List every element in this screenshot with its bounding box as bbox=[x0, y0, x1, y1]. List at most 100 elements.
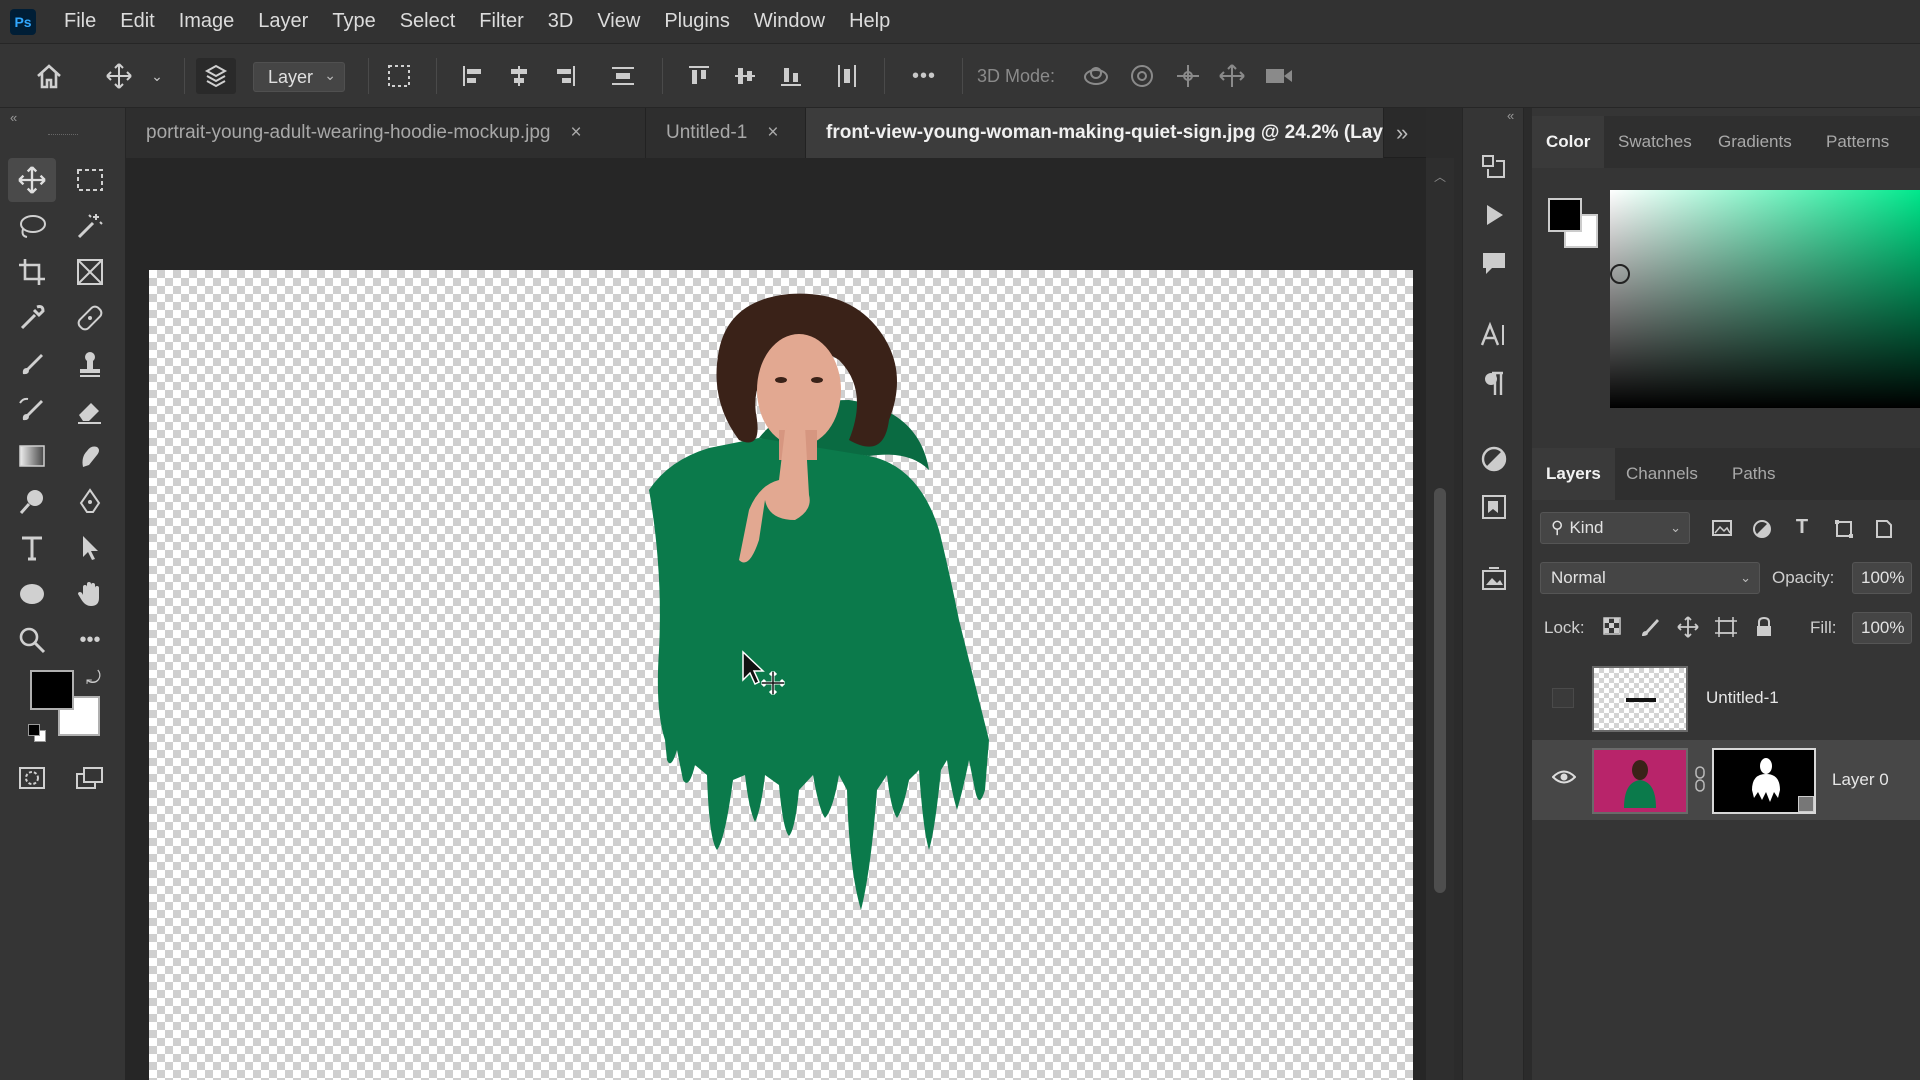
healing-brush-tool[interactable] bbox=[66, 296, 114, 340]
paragraph-panel-icon[interactable] bbox=[1473, 362, 1515, 404]
magic-wand-tool[interactable] bbox=[66, 204, 114, 248]
close-tab-icon[interactable]: × bbox=[767, 122, 778, 144]
comments-icon[interactable] bbox=[1473, 242, 1515, 284]
more-tools-icon[interactable]: ••• bbox=[66, 618, 114, 662]
tab-portrait-hoodie-mockup[interactable]: portrait-young-adult-wearing-hoodie-mock… bbox=[126, 108, 646, 158]
align-horizontal-centers-icon[interactable] bbox=[502, 58, 536, 94]
menu-image[interactable]: Image bbox=[167, 10, 247, 33]
align-top-edges-icon[interactable] bbox=[682, 58, 716, 94]
smudge-tool[interactable] bbox=[66, 434, 114, 478]
lasso-tool[interactable] bbox=[8, 204, 56, 248]
show-transform-controls-icon[interactable] bbox=[380, 58, 418, 94]
menu-type[interactable]: Type bbox=[320, 10, 387, 33]
layer-row-untitled-1[interactable]: Untitled-1 bbox=[1532, 658, 1920, 738]
hand-tool[interactable] bbox=[66, 572, 114, 616]
lock-transparent-pixels-icon[interactable] bbox=[1598, 616, 1626, 642]
move-tool-icon[interactable] bbox=[100, 58, 138, 94]
gradient-tool[interactable] bbox=[8, 434, 56, 478]
menu-window[interactable]: Window bbox=[742, 10, 837, 33]
ellipse-tool[interactable] bbox=[8, 572, 56, 616]
tab-paths[interactable]: Paths bbox=[1718, 448, 1789, 500]
document-canvas[interactable] bbox=[149, 270, 1413, 1080]
brush-tool[interactable] bbox=[8, 342, 56, 386]
color-panel-foreground-swatch[interactable] bbox=[1548, 198, 1582, 232]
scroll-up-icon[interactable]: ︿ bbox=[1434, 168, 1446, 185]
marquee-tool[interactable] bbox=[66, 158, 114, 202]
blend-mode-select[interactable]: Normal ⌄ bbox=[1540, 562, 1760, 594]
eye-icon[interactable] bbox=[1551, 768, 1577, 791]
filter-smart-object-icon[interactable] bbox=[1870, 518, 1898, 546]
default-colors-icon[interactable] bbox=[28, 724, 48, 744]
filter-type-icon[interactable]: T bbox=[1788, 516, 1816, 539]
layer-name[interactable]: Untitled-1 bbox=[1706, 688, 1779, 708]
layer-visibility-toggle[interactable] bbox=[1552, 688, 1574, 708]
tab-untitled-1[interactable]: Untitled-1 × bbox=[646, 108, 806, 158]
lock-image-pixels-icon[interactable] bbox=[1636, 616, 1664, 644]
tab-swatches[interactable]: Swatches bbox=[1604, 116, 1706, 168]
menu-layer[interactable]: Layer bbox=[246, 10, 320, 33]
layer-name[interactable]: Layer 0 bbox=[1832, 770, 1889, 790]
menu-select[interactable]: Select bbox=[388, 10, 468, 33]
slide-3d-icon[interactable] bbox=[1214, 58, 1250, 94]
color-picker-ring[interactable] bbox=[1610, 264, 1630, 284]
menu-filter[interactable]: Filter bbox=[467, 10, 535, 33]
fill-input[interactable]: 100% bbox=[1852, 612, 1912, 644]
tab-front-view-quiet-sign[interactable]: front-view-young-woman-making-quiet-sign… bbox=[806, 108, 1384, 158]
tab-color[interactable]: Color bbox=[1532, 116, 1605, 168]
eraser-tool[interactable] bbox=[66, 388, 114, 432]
history-panel-icon[interactable] bbox=[1473, 146, 1515, 188]
menu-3d[interactable]: 3D bbox=[536, 10, 586, 33]
swap-colors-icon[interactable]: ⤾ bbox=[86, 668, 101, 689]
character-panel-icon[interactable] bbox=[1473, 314, 1515, 356]
path-selection-tool[interactable] bbox=[66, 526, 114, 570]
lock-all-icon[interactable] bbox=[1750, 616, 1778, 644]
adjustments-panel-icon[interactable] bbox=[1473, 438, 1515, 480]
filter-adjustment-icon[interactable] bbox=[1748, 518, 1776, 546]
actions-play-icon[interactable] bbox=[1473, 194, 1515, 236]
zoom-tool[interactable] bbox=[8, 618, 56, 662]
align-vertical-centers-icon[interactable] bbox=[728, 58, 762, 94]
tabs-overflow-icon[interactable]: » bbox=[1396, 120, 1408, 146]
pan-3d-icon[interactable] bbox=[1170, 58, 1206, 94]
more-options-icon[interactable]: ••• bbox=[900, 58, 948, 94]
pen-tool[interactable] bbox=[66, 480, 114, 524]
filter-pixel-icon[interactable] bbox=[1708, 518, 1736, 544]
type-tool[interactable] bbox=[8, 526, 56, 570]
menu-file[interactable]: File bbox=[52, 10, 108, 33]
close-tab-icon[interactable]: × bbox=[571, 122, 582, 144]
layer-mask-thumbnail[interactable] bbox=[1712, 748, 1816, 814]
layer-thumbnail[interactable] bbox=[1592, 748, 1688, 814]
tab-gradients[interactable]: Gradients bbox=[1704, 116, 1806, 168]
orbit-3d-icon[interactable] bbox=[1078, 58, 1114, 94]
layer-row-layer-0[interactable]: Layer 0 bbox=[1532, 740, 1920, 820]
filter-shape-icon[interactable] bbox=[1830, 518, 1858, 546]
lock-artboard-icon[interactable] bbox=[1712, 616, 1740, 644]
menu-plugins[interactable]: Plugins bbox=[652, 10, 742, 33]
menu-edit[interactable]: Edit bbox=[108, 10, 166, 33]
tab-channels[interactable]: Channels bbox=[1612, 448, 1712, 500]
foreground-color-swatch[interactable] bbox=[30, 670, 74, 710]
color-picker-field[interactable] bbox=[1610, 190, 1920, 408]
libraries-panel-icon[interactable] bbox=[1473, 486, 1515, 528]
dodge-tool[interactable] bbox=[8, 480, 56, 524]
menu-view[interactable]: View bbox=[585, 10, 652, 33]
scale-3d-icon[interactable] bbox=[1260, 58, 1298, 94]
eyedropper-tool[interactable] bbox=[8, 296, 56, 340]
crop-tool[interactable] bbox=[8, 250, 56, 294]
screen-mode-icon[interactable] bbox=[66, 756, 114, 800]
move-tool[interactable] bbox=[8, 158, 56, 202]
distribute-vertical-icon[interactable] bbox=[606, 58, 640, 94]
vertical-scrollbar[interactable]: ︿ bbox=[1426, 158, 1454, 1080]
tab-patterns[interactable]: Patterns bbox=[1812, 116, 1903, 168]
opacity-input[interactable]: 100% bbox=[1852, 562, 1912, 594]
auto-select-dropdown[interactable]: Layer ⌄ bbox=[253, 62, 345, 92]
history-brush-tool[interactable] bbox=[8, 388, 56, 432]
move-presets-chevron-icon[interactable]: ⌄ bbox=[146, 58, 168, 94]
tab-layers[interactable]: Layers bbox=[1532, 448, 1615, 500]
home-icon[interactable] bbox=[28, 58, 70, 94]
auto-select-layers-icon[interactable] bbox=[196, 58, 236, 94]
collapse-panels-icon[interactable]: « bbox=[1507, 108, 1514, 123]
collapse-tools-icon[interactable]: « bbox=[10, 110, 17, 125]
scrollbar-thumb[interactable] bbox=[1434, 488, 1446, 893]
align-right-edges-icon[interactable] bbox=[548, 58, 582, 94]
